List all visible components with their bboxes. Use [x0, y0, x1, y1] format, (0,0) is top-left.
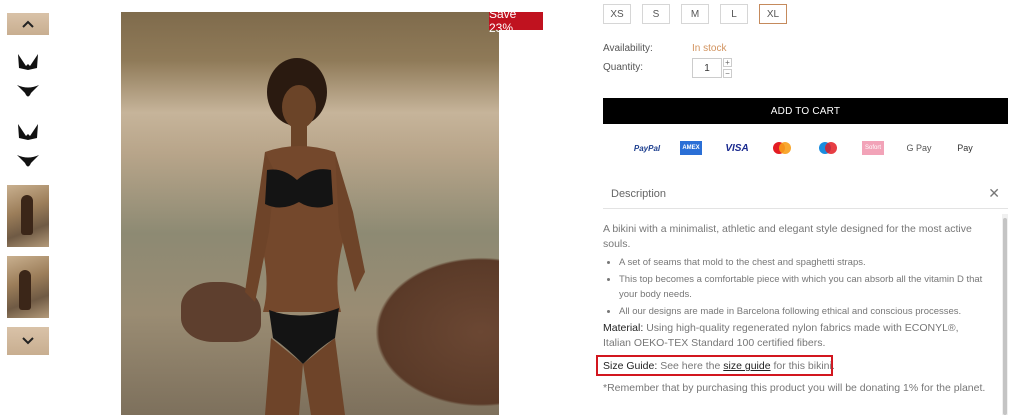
mastercard-icon — [770, 141, 794, 155]
chevron-up-icon — [22, 20, 34, 28]
close-icon[interactable]: ✕ — [988, 185, 1000, 202]
payment-methods: PayPal AMEX VISA Sofort G Pay Pay — [630, 141, 980, 155]
bikini-bottom-image — [17, 155, 39, 167]
google-pay-icon: G Pay — [906, 143, 932, 153]
size-guide-pre-text: See here the — [660, 360, 721, 372]
main-product-image[interactable] — [121, 12, 499, 415]
material-label: Material: — [603, 322, 644, 334]
list-item: All our designs are made in Barcelona fo… — [619, 304, 999, 319]
feature-list: A set of seams that mold to the chest an… — [603, 255, 999, 321]
thumbnail-photo-2[interactable] — [7, 256, 49, 318]
add-to-cart-button[interactable]: ADD TO CART — [603, 98, 1008, 124]
availability-label: Availability: — [603, 43, 653, 54]
sofort-icon: Sofort — [862, 141, 884, 155]
size-option-s[interactable]: S — [642, 4, 670, 24]
material-info: Material: Using high-quality regenerated… — [603, 321, 988, 351]
size-guide-link[interactable]: size guide — [723, 360, 770, 372]
model-figure — [19, 270, 31, 310]
mastercard-logo — [773, 142, 791, 154]
size-option-l[interactable]: L — [720, 4, 748, 24]
availability-status: In stock — [692, 43, 727, 54]
thumbnail-scroll-up-button[interactable] — [7, 13, 49, 35]
bikini-top-image — [18, 54, 38, 70]
model-figure — [21, 195, 33, 235]
chevron-down-icon — [22, 337, 34, 345]
quantity-increase-button[interactable]: + — [723, 58, 732, 67]
paypal-icon: PayPal — [633, 143, 661, 153]
thumbnail-scroll-down-button[interactable] — [7, 327, 49, 355]
discount-badge: Save 23% — [489, 7, 543, 35]
visa-icon: VISA — [725, 142, 749, 154]
description-title: Description — [611, 188, 667, 200]
thumbnail-photo-1[interactable] — [7, 185, 49, 247]
apple-pay-icon: Pay — [957, 143, 973, 153]
description-intro: A bikini with a minimalist, athletic and… — [603, 223, 972, 250]
thumbnail-bikini-bottom[interactable] — [7, 150, 49, 174]
list-item: This top becomes a comfortable piece wit… — [619, 272, 999, 302]
thumbnail-bikini-bottom[interactable] — [7, 80, 49, 104]
thumbnail-bikini-top[interactable] — [7, 50, 49, 74]
amex-icon: AMEX — [680, 141, 702, 155]
list-item: A set of seams that mold to the chest an… — [619, 255, 999, 270]
model-photo — [245, 58, 365, 415]
donation-note: *Remember that by purchasing this produc… — [603, 382, 986, 394]
material-text: Using high-quality regenerated nylon fab… — [603, 322, 959, 349]
size-option-xl[interactable]: XL — [759, 4, 787, 24]
description-accordion-header[interactable]: Description ✕ — [603, 182, 1008, 209]
bikini-top-image — [18, 124, 38, 140]
quantity-label: Quantity: — [603, 62, 644, 73]
scrollbar-thumb[interactable] — [1003, 218, 1007, 415]
quantity-decrease-button[interactable]: − — [723, 69, 732, 78]
thumbnail-gallery — [7, 0, 49, 415]
size-guide-line: Size Guide: See here the size guide for … — [603, 360, 835, 372]
maestro-icon — [816, 141, 840, 155]
size-option-m[interactable]: M — [681, 4, 709, 24]
size-guide-label: Size Guide: — [603, 360, 658, 372]
size-guide-post-text: for this bikini. — [773, 360, 835, 372]
quantity-input[interactable]: 1 — [692, 58, 722, 78]
size-option-xs[interactable]: XS — [603, 4, 631, 24]
maestro-logo — [819, 142, 837, 154]
bikini-bottom-image — [17, 85, 39, 97]
size-selector: XS S M L XL — [603, 4, 787, 24]
thumbnail-bikini-top[interactable] — [7, 120, 49, 144]
